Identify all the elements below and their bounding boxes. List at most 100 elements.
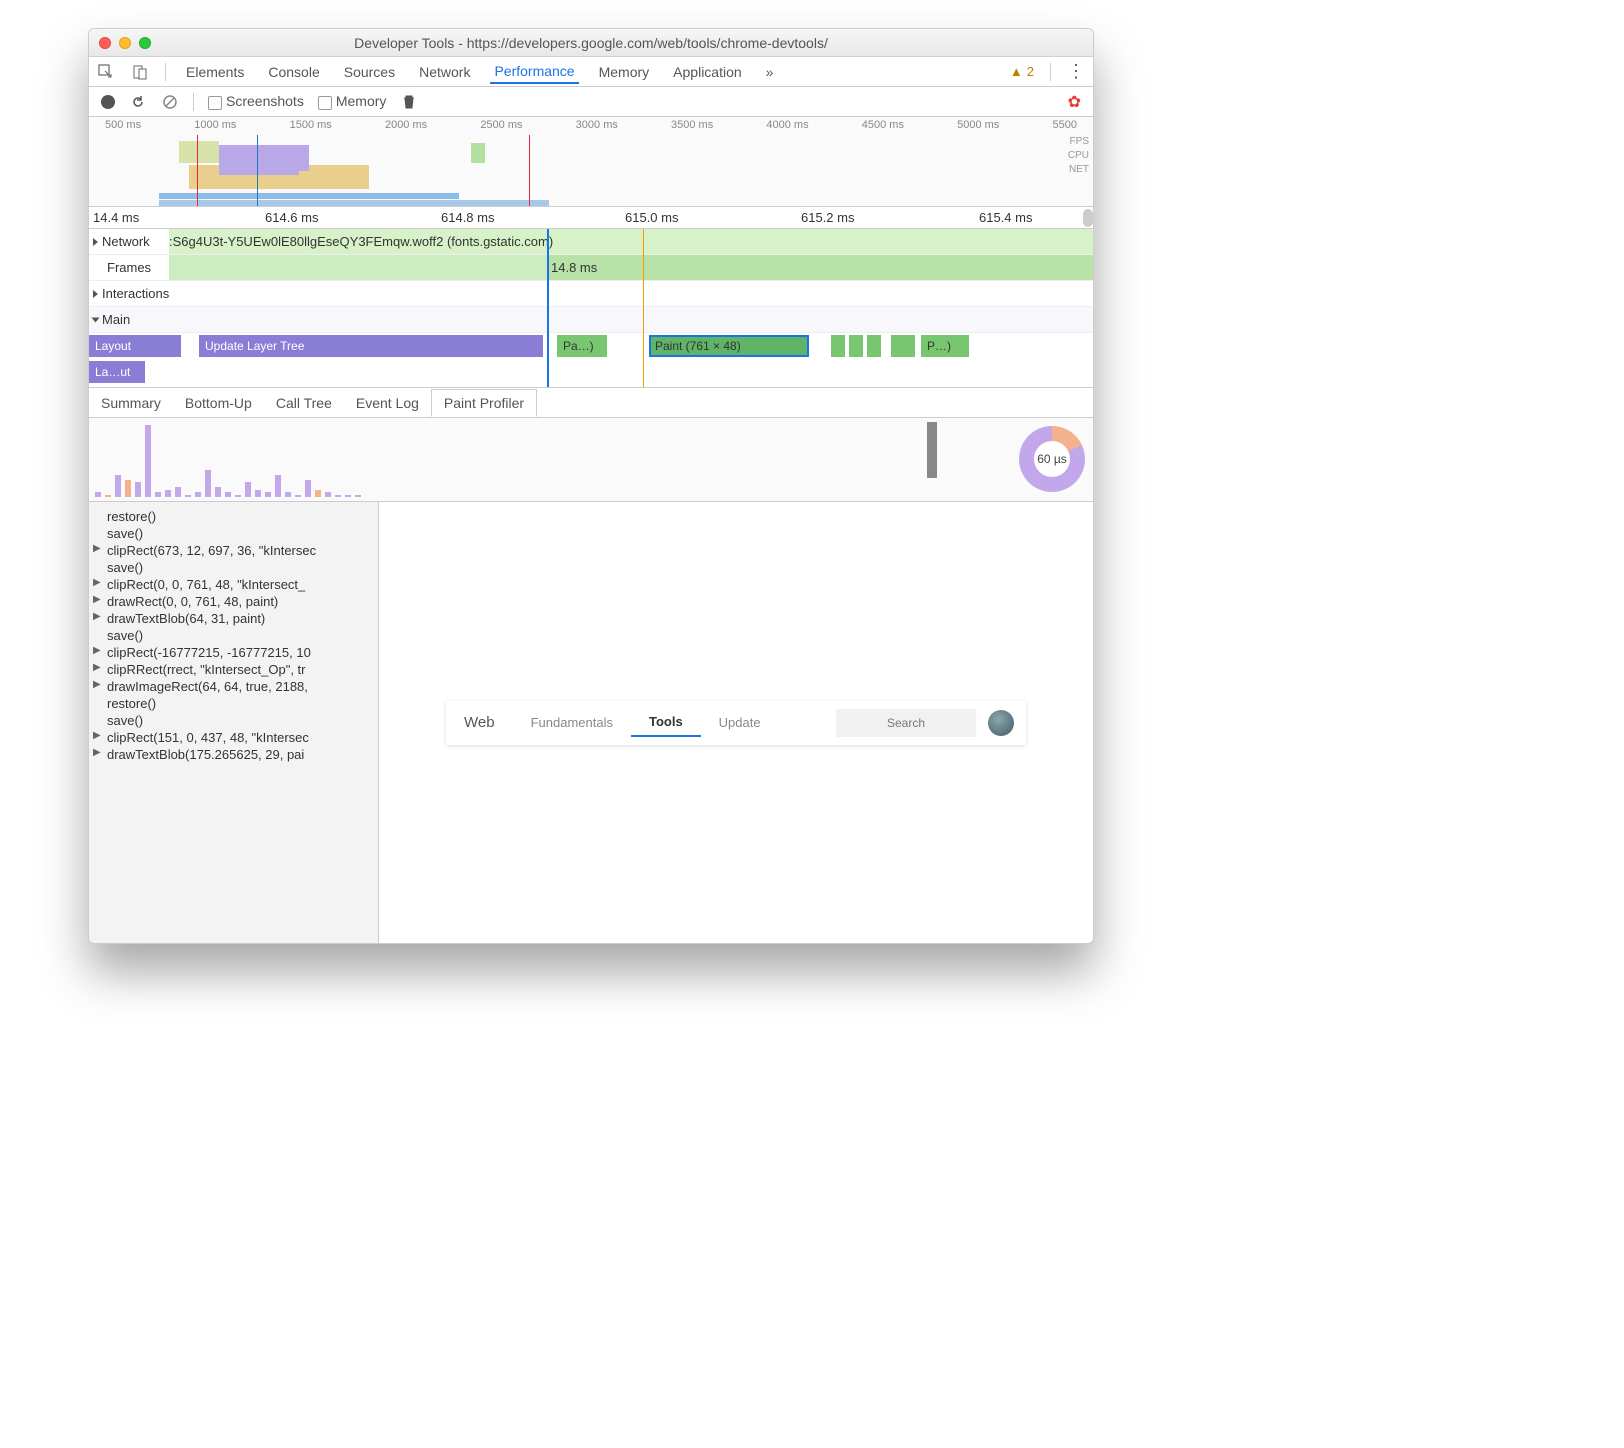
flame-row-1[interactable]: Layout Update Layer Tree Pa…) Paint (761…	[89, 333, 1093, 359]
paint-command[interactable]: clipRect(673, 12, 697, 36, "kIntersec	[89, 542, 378, 559]
tab-network[interactable]: Network	[415, 60, 474, 84]
profiler-bar[interactable]	[345, 495, 351, 497]
preview-nav-tools[interactable]: Tools	[631, 714, 701, 737]
block-green-d[interactable]	[891, 335, 915, 357]
flame-row-2[interactable]: La…ut	[89, 359, 1093, 387]
paint-command[interactable]: save()	[89, 712, 378, 729]
profiler-bar[interactable]	[165, 490, 171, 497]
profiler-bar[interactable]	[325, 492, 331, 497]
paint-command[interactable]: drawTextBlob(175.265625, 29, pai	[89, 746, 378, 763]
profiler-bar[interactable]	[225, 492, 231, 497]
screenshots-checkbox[interactable]: Screenshots	[208, 93, 304, 109]
profiler-bar[interactable]	[265, 492, 271, 497]
profiler-bar[interactable]	[125, 480, 131, 497]
tab-sources[interactable]: Sources	[340, 60, 399, 84]
overview-timeline[interactable]: 500 ms1000 ms1500 ms2000 ms2500 ms3000 m…	[89, 117, 1093, 207]
profiler-bar[interactable]	[285, 492, 291, 497]
tabs-overflow[interactable]: »	[762, 60, 778, 84]
profiler-bar[interactable]	[215, 487, 221, 497]
paint-command[interactable]: restore()	[89, 508, 378, 525]
memory-checkbox[interactable]: Memory	[318, 93, 387, 109]
block-layout-nested[interactable]: La…ut	[89, 361, 145, 383]
preview-avatar[interactable]	[988, 710, 1014, 736]
profiler-bar[interactable]	[145, 425, 151, 497]
expand-icon[interactable]	[93, 238, 98, 246]
kebab-menu-icon[interactable]: ⋮	[1067, 61, 1085, 82]
profiler-bar[interactable]	[275, 475, 281, 497]
profiler-bar[interactable]	[335, 495, 341, 497]
paint-command[interactable]: save()	[89, 559, 378, 576]
profiler-bar[interactable]	[305, 480, 311, 497]
profiler-bar[interactable]	[205, 470, 211, 497]
inspect-icon[interactable]	[97, 63, 115, 81]
profiler-bar[interactable]	[315, 490, 321, 497]
paint-command[interactable]: restore()	[89, 695, 378, 712]
tab-bottom-up[interactable]: Bottom-Up	[173, 390, 264, 416]
tab-paint-profiler[interactable]: Paint Profiler	[431, 389, 537, 417]
clear-icon[interactable]	[161, 93, 179, 111]
tab-performance[interactable]: Performance	[490, 59, 578, 84]
track-network[interactable]: Network :S6g4U3t-Y5UEw0lE80llgEseQY3FEmq…	[89, 229, 1093, 255]
close-icon[interactable]	[99, 37, 111, 49]
block-paint-selected[interactable]: Paint (761 × 48)	[649, 335, 809, 357]
reload-icon[interactable]	[129, 93, 147, 111]
tab-call-tree[interactable]: Call Tree	[264, 390, 344, 416]
profiler-bar[interactable]	[195, 492, 201, 497]
paint-profiler-graph[interactable]: 60 µs	[89, 418, 1093, 502]
preview-nav-update[interactable]: Update	[701, 715, 779, 730]
garbage-icon[interactable]	[400, 93, 418, 111]
tab-memory[interactable]: Memory	[595, 60, 654, 84]
preview-search[interactable]: Search	[836, 709, 976, 737]
track-main[interactable]: Main	[89, 307, 1093, 333]
profiler-bar[interactable]	[295, 495, 301, 497]
time-ruler[interactable]: 14.4 ms 614.6 ms 614.8 ms 615.0 ms 615.2…	[89, 207, 1093, 229]
paint-command[interactable]: clipRect(151, 0, 437, 48, "kIntersec	[89, 729, 378, 746]
block-green-a[interactable]	[831, 335, 845, 357]
paint-command[interactable]: clipRect(0, 0, 761, 48, "kIntersect_	[89, 576, 378, 593]
minimize-icon[interactable]	[119, 37, 131, 49]
paint-command[interactable]: save()	[89, 627, 378, 644]
maximize-icon[interactable]	[139, 37, 151, 49]
track-interactions[interactable]: Interactions	[89, 281, 1093, 307]
profiler-bar[interactable]	[105, 495, 111, 497]
paint-command[interactable]: save()	[89, 525, 378, 542]
collapse-icon[interactable]	[92, 317, 100, 322]
tab-summary[interactable]: Summary	[89, 390, 173, 416]
profiler-bar[interactable]	[95, 492, 101, 497]
preview-nav-web[interactable]: Web	[446, 714, 513, 731]
warning-count[interactable]: ▲ 2	[1010, 64, 1034, 79]
block-layout[interactable]: Layout	[89, 335, 181, 357]
tab-console[interactable]: Console	[264, 60, 323, 84]
scrollbar-thumb[interactable]	[1083, 209, 1093, 227]
tab-application[interactable]: Application	[669, 60, 746, 84]
profiler-bar[interactable]	[255, 490, 261, 497]
block-green-c[interactable]	[867, 335, 881, 357]
profiler-bars[interactable]	[89, 418, 1019, 501]
profiler-bar[interactable]	[155, 492, 161, 497]
scrubber-handle[interactable]	[927, 422, 937, 478]
tab-elements[interactable]: Elements	[182, 60, 248, 84]
paint-command[interactable]: drawTextBlob(64, 31, paint)	[89, 610, 378, 627]
profiler-bar[interactable]	[135, 482, 141, 497]
profiler-bar[interactable]	[115, 475, 121, 497]
block-paint-2[interactable]: P…)	[921, 335, 969, 357]
tab-event-log[interactable]: Event Log	[344, 390, 431, 416]
settings-icon[interactable]: ✿	[1068, 92, 1081, 112]
expand-icon[interactable]	[93, 290, 98, 298]
paint-command[interactable]: drawRect(0, 0, 761, 48, paint)	[89, 593, 378, 610]
track-frames[interactable]: Frames 14.8 ms	[89, 255, 1093, 281]
profiler-bar[interactable]	[245, 482, 251, 497]
paint-command[interactable]: clipRect(-16777215, -16777215, 10	[89, 644, 378, 661]
profiler-bar[interactable]	[175, 487, 181, 497]
record-button[interactable]	[101, 95, 115, 109]
paint-command-list[interactable]: restore()save()clipRect(673, 12, 697, 36…	[89, 502, 379, 943]
profiler-bar[interactable]	[185, 495, 191, 497]
preview-nav-fundamentals[interactable]: Fundamentals	[513, 715, 631, 730]
paint-command[interactable]: clipRRect(rrect, "kIntersect_Op", tr	[89, 661, 378, 678]
block-paint-1[interactable]: Pa…)	[557, 335, 607, 357]
block-green-b[interactable]	[849, 335, 863, 357]
paint-command[interactable]: drawImageRect(64, 64, true, 2188,	[89, 678, 378, 695]
profiler-bar[interactable]	[355, 495, 361, 497]
device-toggle-icon[interactable]	[131, 63, 149, 81]
profiler-bar[interactable]	[235, 495, 241, 497]
